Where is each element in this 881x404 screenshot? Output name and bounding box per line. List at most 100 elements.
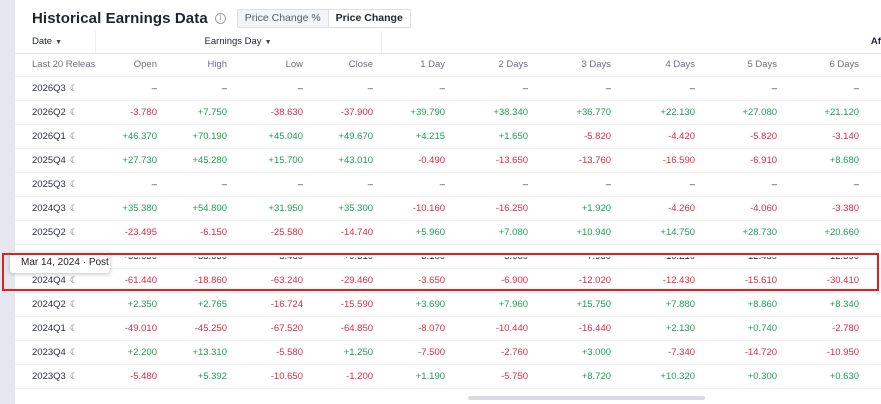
quarter-label: 2024Q4 — [32, 274, 66, 286]
price-change-cell: -12.480 — [703, 257, 786, 268]
price-change-cell: -10.950 — [785, 340, 868, 365]
column-header[interactable]: 4 Days — [619, 53, 704, 77]
toggle-price-change-percent[interactable]: Price Change % — [238, 10, 328, 27]
price-change-cell: -4.060 — [703, 196, 786, 221]
price-change-cell: -5.480 — [95, 364, 165, 389]
price-change-cell: -4.420 — [619, 124, 704, 149]
price-change-cell: +28.730 — [703, 220, 786, 245]
price-change-cell: +27.080 — [703, 100, 786, 125]
after-hours-moon-icon: ☾ — [69, 178, 78, 189]
price-change-cell: +2.765 — [165, 292, 235, 317]
historical-earnings-panel: Historical Earnings Data i Price Change … — [15, 0, 881, 404]
price-change-cell: – — [453, 76, 537, 101]
toggle-price-change[interactable]: Price Change — [327, 9, 410, 27]
price-change-cell: +45.040 — [235, 124, 311, 149]
release-quarter: 2024Q1 ☾ — [15, 316, 95, 341]
price-change-cell: -23.495 — [95, 220, 165, 245]
table-row[interactable]: 2026Q1 ☾ +46.370 +70.190 +45.040 +49.670 +4.21… — [15, 124, 881, 149]
release-quarter: 2023Q3 ☾ — [15, 364, 95, 389]
price-change-cell: +8.680 — [785, 148, 868, 173]
price-change-cell: +1.250 — [311, 340, 382, 365]
table-row[interactable]: 2025Q3☾––––––––––– — [15, 172, 881, 197]
price-change-cell: +31.950 — [235, 196, 311, 221]
column-header[interactable]: 2 Days — [453, 53, 537, 77]
quarter-label: 2023Q4 — [32, 346, 66, 358]
price-change-cell: – — [95, 172, 165, 197]
after-hours-moon-icon: ☾ — [69, 370, 78, 381]
release-quarter: 2026Q1 ☾ — [15, 124, 95, 149]
price-change-cell: +9.310 — [311, 257, 382, 268]
price-change-cell: – — [867, 76, 881, 101]
earnings-day-sort-header[interactable]: Earnings Day ▼ — [95, 31, 382, 54]
table-row[interactable]: 2024Q3 ☾ +35.380 +54.800 +31.950 +35.300 -10.1… — [15, 196, 881, 221]
price-change-cell: +36.770 — [536, 100, 620, 125]
price-change-cell: -1.200 — [311, 364, 382, 389]
after-hours-moon-icon: ☾ — [69, 82, 78, 93]
earnings-day-label: Earnings Day — [204, 36, 262, 48]
table-row[interactable]: 2023Q4 ☾ +2.200 +13.310 -5.580 +1.250 -7.500 -2… — [15, 340, 881, 365]
column-header[interactable]: 5 Days — [703, 53, 786, 77]
price-change-cell: -14.740 — [311, 220, 382, 245]
price-change-cell: +7.750 — [165, 100, 235, 125]
column-header[interactable]: 1 Day — [381, 53, 454, 77]
horizontal-scrollbar[interactable] — [468, 396, 705, 400]
price-change-cell: -2.780 — [785, 316, 868, 341]
price-change-cell: – — [311, 172, 382, 197]
quarter-label: 2025Q4 — [32, 154, 66, 166]
price-change-cell: +1.920 — [536, 196, 620, 221]
date-sort-header[interactable]: Date ▼ — [15, 31, 96, 54]
price-change-cell: +1.650 — [453, 124, 537, 149]
info-icon[interactable]: i — [214, 12, 226, 24]
price-change-cell: +27.730 — [95, 148, 165, 173]
price-change-cell: – — [536, 76, 620, 101]
after-hours-moon-icon: ☾ — [69, 202, 78, 213]
price-change-cell: -5.580 — [235, 340, 311, 365]
price-change-cell: +10.940 — [536, 220, 620, 245]
price-change-cell: – — [165, 172, 235, 197]
table-row[interactable]: 2024Q1 ☾ -49.010 -45.250 -67.520 -64.850 -8.07… — [15, 316, 881, 341]
release-quarter: 2023Q4 ☾ — [15, 340, 95, 365]
column-header[interactable]: Open — [95, 53, 165, 77]
table-row[interactable]: 2023Q3 ☾ -5.480 +5.392 -10.650 -1.200 +1.190 -5… — [15, 364, 881, 389]
column-header[interactable]: 6 Days — [785, 53, 868, 77]
column-header-release[interactable]: Last 20 Release — [15, 53, 95, 77]
price-change-cell: -49.010 — [95, 316, 165, 341]
quarter-label: 2026Q1 — [32, 130, 66, 142]
price-change-cell: -5.820 — [536, 124, 620, 149]
price-change-cell: -3.180 — [381, 257, 454, 268]
table-row[interactable]: 2024Q2 ☾ +2.350 +2.765 -16.724 -15.590 +3.690 +… — [15, 292, 881, 317]
after-hours-moon-icon: ☾ — [69, 274, 78, 285]
table-row[interactable]: 2025Q2 ☾ -23.495 -6.150 -25.580 -14.740 +5.960… — [15, 220, 881, 245]
table-row[interactable]: 2026Q3☾––––––––––– — [15, 76, 881, 101]
price-change-cell: +7.880 — [619, 292, 704, 317]
price-change-cell: +22.130 — [619, 100, 704, 125]
column-header[interactable]: 7 Da — [867, 53, 881, 77]
quarter-label: 2025Q3 — [32, 178, 66, 190]
price-change-cell: +70.190 — [165, 124, 235, 149]
price-change-cell: – — [619, 76, 704, 101]
release-quarter: 2026Q3 ☾ — [15, 76, 95, 101]
table-row[interactable]: +33.630 +35.630 -3.460 +9.310 -3.180 -3.680 -7… — [15, 244, 881, 269]
group-header-row: Date▼ Earnings Day▼ After Earning — [15, 31, 881, 54]
table-row[interactable]: 2025Q4 ☾ +27.730 +45.280 +15.700 +43.010 -0.49… — [15, 148, 881, 173]
price-change-cell: -5.750 — [453, 364, 537, 389]
price-change-cell: +7.080 — [453, 220, 537, 245]
after-hours-moon-icon: ☾ — [69, 130, 78, 141]
column-header[interactable]: Low — [235, 53, 311, 77]
table-row[interactable]: 2024Q4 ☾ -61.440 -18.860 -63.240 -29.460 -3.65… — [15, 268, 881, 293]
table-row[interactable]: 2026Q2 ☾ -3.780 +7.750 -38.630 -37.900 +39.790… — [15, 100, 881, 125]
price-change-cell: -4.260 — [619, 196, 704, 221]
price-change-cell: +8.340 — [785, 292, 868, 317]
price-change-cell: -3.140 — [785, 124, 868, 149]
price-change-cell: -67.520 — [235, 316, 311, 341]
price-change-cell: -6.150 — [165, 220, 235, 245]
price-change-cell: – — [703, 76, 786, 101]
column-header[interactable]: Close — [311, 53, 382, 77]
price-change-cell: +3.690 — [381, 292, 454, 317]
price-change-cell: – — [536, 172, 620, 197]
column-header[interactable]: High — [165, 53, 235, 77]
column-header[interactable]: 3 Days — [536, 53, 620, 77]
price-change-cell: +35.300 — [311, 196, 382, 221]
release-quarter: 2025Q3 ☾ — [15, 172, 95, 197]
price-change-cell: -25.580 — [235, 220, 311, 245]
